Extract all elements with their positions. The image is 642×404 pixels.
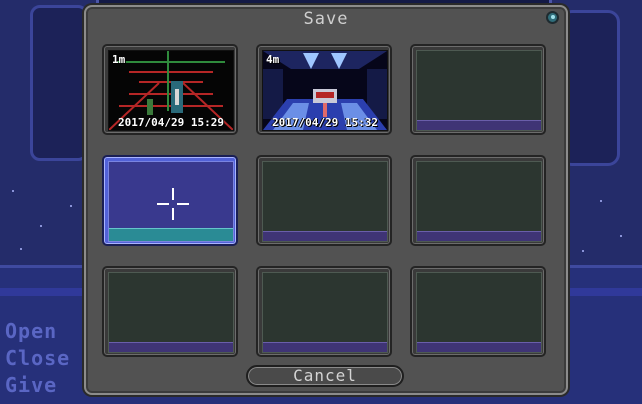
slot-thumbnail: 4m 2017/04/29 15:32 — [262, 50, 388, 131]
verb-open[interactable]: Open — [5, 318, 70, 345]
star — [582, 250, 584, 252]
save-slot-3[interactable] — [410, 44, 546, 135]
slot-timestamp: 2017/04/29 15:29 — [118, 116, 224, 129]
slot-bar — [417, 231, 541, 241]
slot-room-label: 1m — [112, 53, 126, 66]
slot-empty — [262, 272, 388, 353]
save-slot-6[interactable] — [410, 155, 546, 246]
slot-bar — [109, 342, 233, 352]
verb-close[interactable]: Close — [5, 345, 70, 372]
slot-bar — [109, 228, 233, 241]
save-dialog: Save 1m 2017/04/29 15:29 4m 2017/04/29 1… — [84, 5, 568, 395]
slot-empty — [108, 161, 234, 242]
slot-timestamp: 2017/04/29 15:32 — [272, 116, 378, 129]
star — [600, 200, 602, 202]
save-slot-4[interactable] — [102, 155, 238, 246]
verb-give[interactable]: Give — [5, 372, 70, 399]
save-slot-7[interactable] — [102, 266, 238, 357]
slot-empty — [416, 50, 542, 131]
save-slot-2[interactable]: 4m 2017/04/29 15:32 — [256, 44, 392, 135]
slot-empty — [416, 161, 542, 242]
star — [12, 190, 14, 192]
star — [70, 205, 72, 207]
slot-empty — [262, 161, 388, 242]
slot-thumbnail: 1m 2017/04/29 15:29 — [108, 50, 234, 131]
star — [620, 235, 622, 237]
save-slot-9[interactable] — [410, 266, 546, 357]
slot-room-label: 4m — [266, 53, 280, 66]
slot-bar — [263, 231, 387, 241]
slot-bar — [417, 120, 541, 130]
verb-list: Open Close Give — [5, 318, 70, 399]
save-slot-5[interactable] — [256, 155, 392, 246]
slot-bar — [417, 342, 541, 352]
save-slot-1[interactable]: 1m 2017/04/29 15:29 — [102, 44, 238, 135]
slot-bar — [263, 342, 387, 352]
slot-empty — [416, 272, 542, 353]
slot-empty — [108, 272, 234, 353]
star — [20, 248, 22, 250]
close-button[interactable] — [546, 11, 559, 24]
save-slot-8[interactable] — [256, 266, 392, 357]
cancel-button[interactable]: Cancel — [246, 365, 404, 387]
dialog-title: Save — [303, 9, 349, 29]
crosshair-cursor-icon — [157, 188, 189, 220]
star — [40, 225, 42, 227]
